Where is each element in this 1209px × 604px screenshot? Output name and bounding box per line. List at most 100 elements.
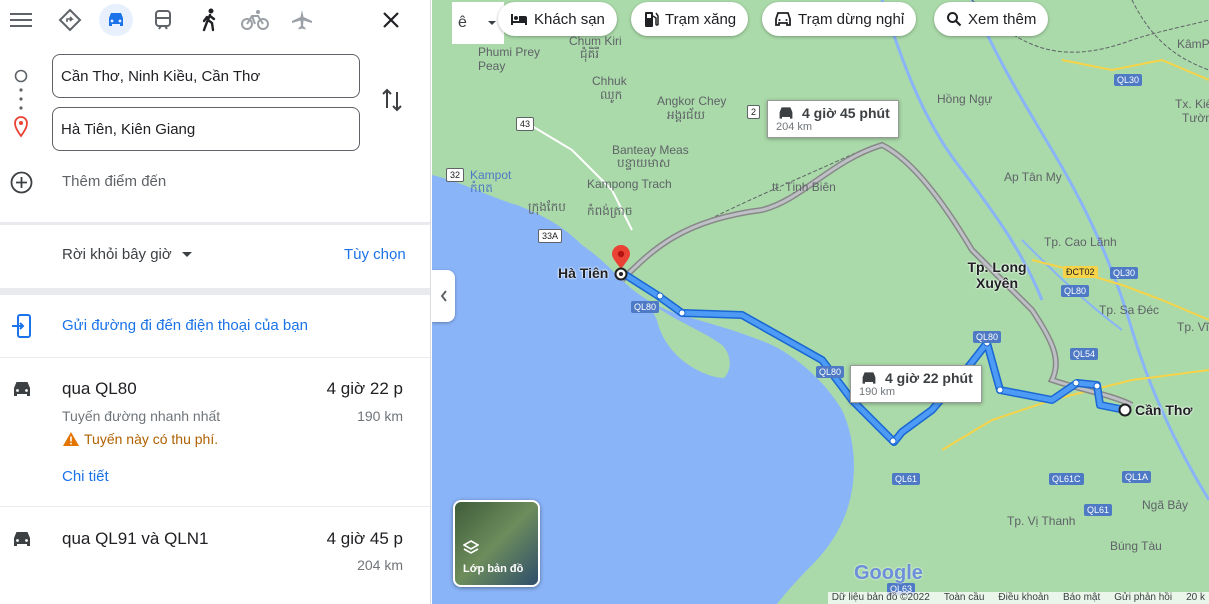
place-label: Búng Tàu — [1110, 539, 1162, 553]
walk-icon[interactable] — [192, 4, 226, 36]
place-label: Tp. Vị Thanh — [1007, 514, 1076, 528]
chip-label: Trạm xăng — [665, 10, 737, 28]
place-label: Ap Tân My — [1004, 170, 1062, 184]
place-label: Tp. Sa Đéc — [1099, 303, 1160, 317]
chip-hotels[interactable]: Khách sạn — [498, 2, 617, 36]
depart-time-dropdown[interactable]: Rời khỏi bây giờ — [62, 246, 198, 263]
place-label: បន្ទាយមាស — [617, 156, 671, 170]
place-label: tt. Tịnh Biên — [772, 180, 836, 194]
route-callout-alt[interactable]: 4 giờ 45 phút 204 km — [767, 100, 899, 138]
warning-icon — [63, 432, 79, 446]
road-shield: 2 — [747, 105, 761, 119]
place-label: Phumi Prey Peay — [478, 45, 541, 73]
map-footer: Dữ liệu bản đồ ©2022 Toàn cầu Điều khoản… — [827, 592, 1209, 604]
car-icon[interactable] — [99, 4, 133, 36]
car-icon — [862, 372, 876, 384]
transit-icon[interactable] — [146, 4, 180, 36]
route-distance: 190 km — [357, 408, 403, 424]
add-destination-icon[interactable] — [10, 171, 33, 194]
place-label: ក្រុងកែប — [528, 200, 566, 214]
swap-icon[interactable] — [380, 87, 404, 113]
road-shield: ĐCT02 — [1063, 266, 1098, 278]
road-shield: QL61C — [1049, 473, 1084, 485]
gas-station-icon — [645, 12, 659, 27]
callout-time: 4 giờ 45 phút — [802, 105, 890, 121]
flight-icon[interactable] — [285, 4, 319, 36]
road-shield: QL61 — [892, 473, 921, 485]
depart-label: Rời khỏi bây giờ — [62, 246, 172, 263]
add-destination-button[interactable]: Thêm điểm đến — [62, 173, 166, 190]
caret-down-icon — [488, 21, 496, 25]
city-label[interactable]: Tp. Long Xuyên — [962, 259, 1032, 291]
footer-link[interactable]: Báo mật — [1063, 592, 1100, 604]
route-time: 4 giờ 45 p — [326, 529, 403, 548]
chip-more[interactable]: Xem thêm — [934, 2, 1049, 36]
map-canvas[interactable]: Hà Tiên Cần Thơ Tp. Long Xuyên Phumi Pre… — [432, 0, 1209, 604]
road-shield: QL1A — [1122, 471, 1152, 483]
city-label[interactable]: Hà Tiên — [558, 265, 608, 281]
road-shield: QL80 — [631, 301, 660, 313]
place-label: កំពង់ត្រាច — [587, 204, 633, 218]
chip-label: Xem thêm — [968, 10, 1037, 28]
hotel-icon — [511, 14, 527, 25]
divider — [0, 222, 430, 225]
details-link[interactable]: Chi tiết — [62, 468, 109, 485]
place-label: KâmPôn — [1177, 37, 1209, 51]
place-label: ជុំគិរី — [580, 47, 600, 61]
car-icon — [14, 532, 30, 546]
place-label: Tp. Vĩnh — [1177, 320, 1209, 334]
road-shield: 43 — [516, 117, 535, 131]
send-to-phone-link[interactable]: Gửi đường đi đến điện thoại của bạn — [62, 317, 308, 334]
place-label: ឈូក — [600, 88, 623, 102]
send-to-phone-icon[interactable] — [11, 313, 33, 339]
directions-panel: Cần Thơ, Ninh Kiều, Cần Thơ Hà Tiên, Kiê… — [0, 0, 431, 604]
destination-pin-icon — [612, 245, 630, 281]
menu-icon[interactable] — [4, 4, 38, 36]
car-icon — [779, 107, 793, 119]
chip-label: Trạm dừng nghỉ — [798, 10, 905, 28]
footer-link[interactable]: Điều khoản — [998, 592, 1049, 604]
origin-input[interactable]: Cần Thơ, Ninh Kiều, Cần Thơ — [52, 54, 360, 98]
route-dots-icon — [14, 69, 28, 138]
toll-warning: Tuyến này có thu phí. — [62, 431, 218, 447]
best-route-icon[interactable] — [53, 4, 87, 36]
chevron-left-icon — [440, 290, 447, 302]
place-label: Chhuk — [592, 74, 627, 88]
search-icon — [947, 12, 962, 27]
route-time: 4 giờ 22 p — [326, 379, 403, 398]
road-shield: 32 — [446, 168, 465, 182]
footer-link[interactable]: Gửi phản hồi — [1114, 592, 1172, 604]
layer-badge-text: ê — [458, 14, 467, 31]
place-label: Tp. Cao Lãnh — [1044, 235, 1117, 249]
road-shield: QL80 — [816, 366, 845, 378]
place-label: Tườn — [1182, 111, 1209, 125]
map-attribution: Dữ liệu bản đồ ©2022 — [831, 592, 930, 603]
road-shield: QL30 — [1114, 74, 1143, 86]
layers-button[interactable]: Lớp bản đồ — [453, 500, 540, 587]
travel-mode-bar — [0, 0, 430, 40]
bike-icon[interactable] — [238, 4, 272, 36]
place-label: Ngã Bảy — [1142, 498, 1189, 512]
footer-link[interactable]: Toàn cầu — [944, 592, 985, 604]
place-label: Hồng Ngự — [937, 92, 993, 106]
place-label: Tx. Kiế — [1175, 97, 1209, 111]
chip-label: Khách sạn — [534, 10, 605, 28]
road-shield: 33A — [538, 229, 563, 243]
place-label: Kampong Trach — [587, 177, 672, 191]
scale-label: 20 k — [1186, 592, 1205, 603]
close-icon[interactable] — [374, 4, 408, 36]
route-distance: 204 km — [357, 557, 403, 573]
chip-rest-stops[interactable]: Trạm dừng nghỉ — [762, 2, 917, 36]
city-label[interactable]: Cần Thơ — [1135, 402, 1192, 418]
caret-down-icon — [181, 251, 192, 257]
layers-label: Lớp bản đồ — [463, 563, 524, 575]
route-callout-best[interactable]: 4 giờ 22 phút 190 km — [850, 365, 982, 403]
route-title: qua QL91 và QLN1 — [62, 529, 209, 548]
chip-gas[interactable]: Trạm xăng — [631, 2, 749, 36]
options-link[interactable]: Tùy chọn — [344, 246, 406, 263]
place-label: Angkor Chey — [657, 94, 727, 108]
callout-distance: 190 km — [859, 386, 896, 398]
layer-badge[interactable]: ê — [452, 2, 504, 44]
collapse-panel-button[interactable] — [432, 270, 455, 322]
destination-input[interactable]: Hà Tiên, Kiên Giang — [52, 107, 360, 151]
